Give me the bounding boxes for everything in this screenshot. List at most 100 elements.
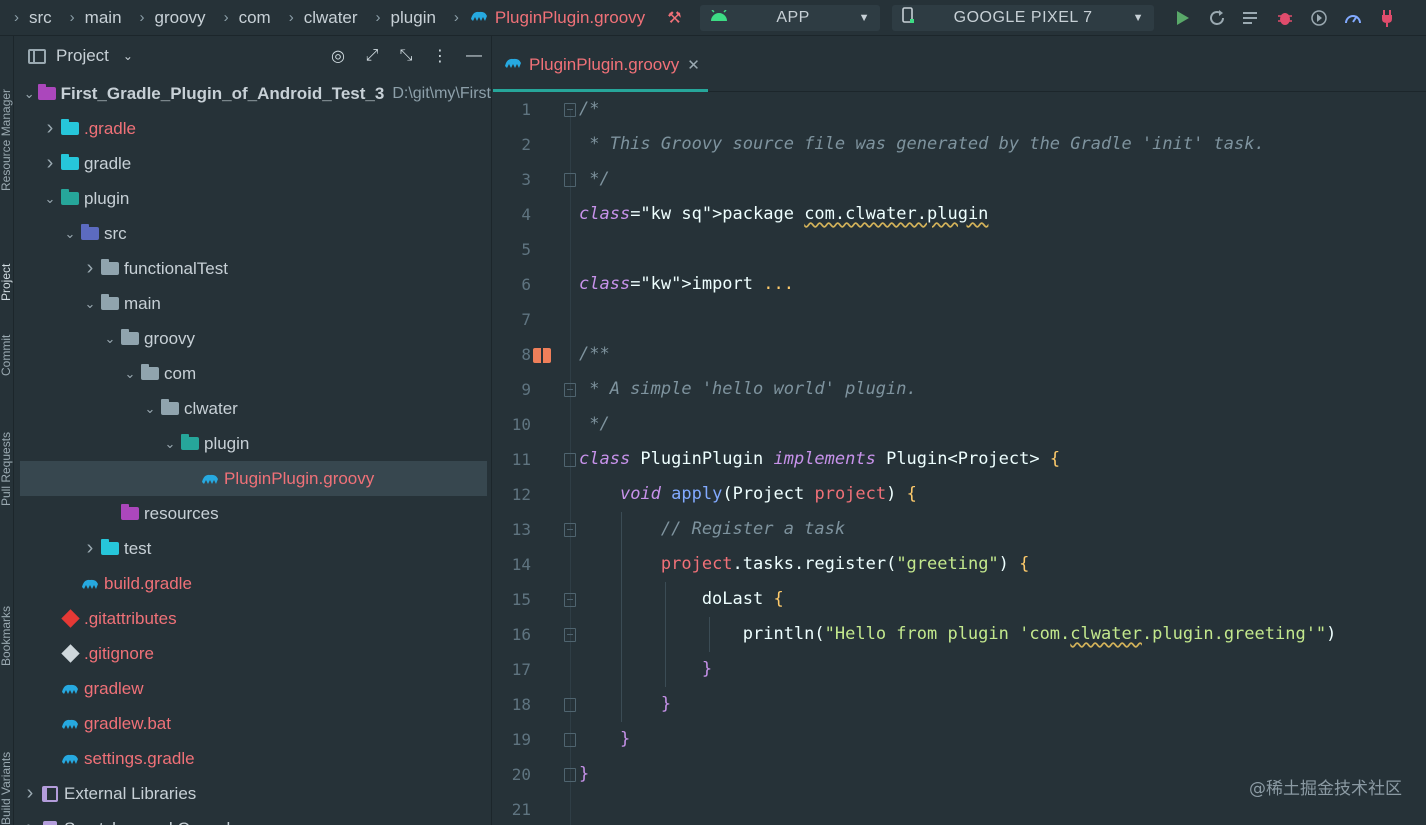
- hide-panel-icon[interactable]: —: [457, 47, 491, 65]
- code-line[interactable]: project.tasks.register("greeting") {: [579, 554, 1030, 574]
- fold-toggle-icon[interactable]: [564, 103, 576, 117]
- code-line[interactable]: }: [579, 694, 671, 714]
- chevron-down-icon[interactable]: ⌄: [123, 49, 133, 63]
- fold-toggle-icon[interactable]: [564, 383, 576, 397]
- code-line[interactable]: class="kw">import ...: [579, 274, 794, 294]
- fold-toggle-icon[interactable]: [564, 628, 576, 642]
- code-line[interactable]: */: [579, 414, 609, 434]
- fold-toggle-icon[interactable]: [564, 698, 576, 712]
- bookmarks-tab[interactable]: Bookmarks: [0, 576, 13, 666]
- breadcrumb-item-main[interactable]: › main: [70, 8, 140, 28]
- run-icon[interactable]: [1166, 3, 1200, 33]
- fold-toggle-icon[interactable]: [564, 173, 576, 187]
- line-number: 9: [521, 380, 531, 399]
- tree-item[interactable]: ⌄ plugin: [14, 181, 491, 216]
- tree-item[interactable]: ⌄ clwater: [14, 391, 491, 426]
- options-menu-icon[interactable]: ⋮: [423, 46, 457, 66]
- run-config-select[interactable]: APP ▼: [699, 4, 880, 31]
- chevron-down-icon[interactable]: ⌄: [60, 226, 80, 242]
- build-hammer-icon[interactable]: ⚒: [667, 8, 681, 28]
- chevron-down-icon[interactable]: ⌄: [80, 296, 100, 312]
- tree-item[interactable]: gradlew.bat: [14, 706, 491, 741]
- tree-item[interactable]: .gitattributes: [14, 601, 491, 636]
- code-line[interactable]: }: [579, 764, 589, 784]
- collapse-all-icon[interactable]: ⤡: [389, 47, 423, 65]
- chevron-right-icon[interactable]: ›: [80, 257, 100, 280]
- logcat-icon[interactable]: [1234, 3, 1268, 33]
- code-line[interactable]: void apply(Project project) {: [579, 484, 917, 504]
- code-line[interactable]: * This Groovy source file was generated …: [579, 134, 1265, 154]
- tree-item[interactable]: settings.gradle: [14, 741, 491, 776]
- tree-item[interactable]: ⌄ First_Gradle_Plugin_of_Android_Test_3 D:…: [14, 76, 491, 111]
- chevron-right-icon[interactable]: ›: [20, 817, 40, 825]
- tree-item[interactable]: PluginPlugin.groovy: [20, 461, 487, 496]
- chevron-right-icon[interactable]: ›: [40, 117, 60, 140]
- tree-item[interactable]: ⌄ src: [14, 216, 491, 251]
- fold-toggle-icon[interactable]: [564, 768, 576, 782]
- tree-item[interactable]: .gitignore: [14, 636, 491, 671]
- tree-item[interactable]: ⌄ com: [14, 356, 491, 391]
- tree-item[interactable]: gradlew: [14, 671, 491, 706]
- code-line[interactable]: // Register a task: [579, 519, 845, 539]
- fold-toggle-icon[interactable]: [564, 453, 576, 467]
- fold-toggle-icon[interactable]: [564, 593, 576, 607]
- breadcrumb-item-file[interactable]: › PluginPlugin.groovy: [454, 8, 663, 28]
- tree-item[interactable]: › test: [14, 531, 491, 566]
- profile-icon[interactable]: [1302, 3, 1336, 33]
- breadcrumb-item-plugin[interactable]: › plugin: [376, 8, 454, 28]
- chevron-down-icon[interactable]: ⌄: [20, 86, 38, 102]
- tree-item[interactable]: ⌄ plugin: [14, 426, 491, 461]
- code-editor[interactable]: @稀土掘金技术社区 1 /* 2 * This Groovy source file…: [493, 92, 1426, 825]
- tree-item-label: main: [124, 293, 161, 313]
- fold-toggle-icon[interactable]: [564, 523, 576, 537]
- code-line[interactable]: }: [579, 659, 712, 679]
- breadcrumb-item-groovy[interactable]: › groovy: [140, 8, 224, 28]
- tree-item[interactable]: › Scratches and Consoles: [14, 811, 491, 825]
- device-select[interactable]: GOOGLE PIXEL 7 ▼: [891, 4, 1154, 31]
- code-line[interactable]: println("Hello from plugin 'com.clwater.…: [579, 624, 1337, 644]
- code-line[interactable]: * A simple 'hello world' plugin.: [579, 379, 917, 399]
- apply-changes-icon[interactable]: [1200, 3, 1234, 33]
- tree-item[interactable]: › functionalTest: [14, 251, 491, 286]
- code-line[interactable]: */: [579, 169, 609, 189]
- project-view-title[interactable]: Project: [56, 46, 109, 66]
- chevron-right-icon[interactable]: ›: [20, 782, 40, 805]
- close-tab-icon[interactable]: ✕: [687, 56, 700, 74]
- breadcrumb-item-src[interactable]: › src: [14, 8, 70, 28]
- editor-tab-pluginplugin[interactable]: PluginPlugin.groovy ✕: [493, 41, 708, 92]
- code-line[interactable]: class="kw sq">package com.clwater.plugin: [579, 204, 988, 224]
- fold-toggle-icon[interactable]: [564, 733, 576, 747]
- chevron-down-icon[interactable]: ⌄: [40, 191, 60, 207]
- project-tool-tab[interactable]: Project: [0, 211, 13, 301]
- resource-manager-tab[interactable]: Resource Manager: [0, 36, 13, 191]
- chevron-down-icon[interactable]: ⌄: [120, 366, 140, 382]
- chevron-right-icon[interactable]: ›: [40, 152, 60, 175]
- tree-item[interactable]: resources: [14, 496, 491, 531]
- tree-item[interactable]: › gradle: [14, 146, 491, 181]
- gauge-icon[interactable]: [1336, 3, 1370, 33]
- breadcrumb-item-clwater[interactable]: › clwater: [289, 8, 376, 28]
- attach-debugger-icon[interactable]: [1370, 3, 1404, 33]
- code-line[interactable]: }: [579, 729, 630, 749]
- groovydoc-bookmark-icon[interactable]: [533, 348, 551, 363]
- code-line[interactable]: /**: [579, 344, 610, 364]
- tree-item[interactable]: › .gradle: [14, 111, 491, 146]
- pull-requests-tab[interactable]: Pull Requests: [0, 396, 13, 506]
- breadcrumb-item-com[interactable]: › com: [224, 8, 289, 28]
- chevron-right-icon[interactable]: ›: [80, 537, 100, 560]
- chevron-down-icon[interactable]: ⌄: [160, 436, 180, 452]
- tree-item[interactable]: ⌄ groovy: [14, 321, 491, 356]
- code-line[interactable]: /*: [579, 99, 599, 119]
- chevron-down-icon[interactable]: ⌄: [100, 331, 120, 347]
- tree-item[interactable]: ⌄ main: [14, 286, 491, 321]
- chevron-down-icon[interactable]: ⌄: [140, 401, 160, 417]
- code-line[interactable]: doLast {: [579, 589, 784, 609]
- build-variants-tab[interactable]: Build Variants: [0, 686, 13, 825]
- commit-tool-tab[interactable]: Commit: [0, 301, 13, 376]
- expand-all-icon[interactable]: ⤢: [355, 47, 389, 65]
- debug-icon[interactable]: [1268, 3, 1302, 33]
- locate-file-icon[interactable]: ◎: [321, 46, 355, 66]
- tree-item[interactable]: build.gradle: [14, 566, 491, 601]
- tree-item[interactable]: › External Libraries: [14, 776, 491, 811]
- code-line[interactable]: class PluginPlugin implements Plugin<Pro…: [579, 449, 1060, 469]
